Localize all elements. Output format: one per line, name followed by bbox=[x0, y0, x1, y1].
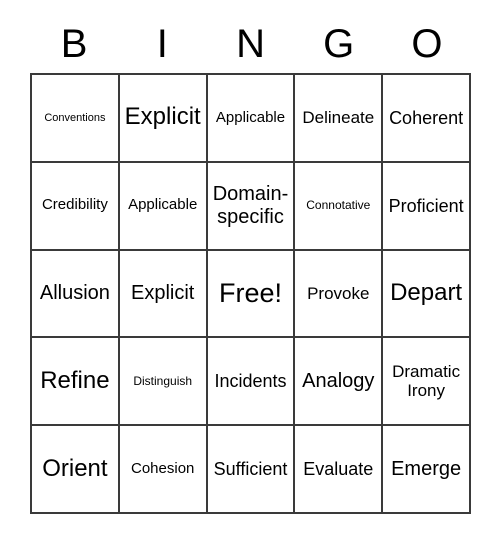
bingo-cell[interactable]: Refine bbox=[32, 338, 120, 427]
bingo-header: BINGO bbox=[30, 18, 471, 70]
bingo-cell-label: Allusion bbox=[39, 282, 110, 305]
bingo-cell-label: Applicable bbox=[128, 196, 198, 214]
bingo-cell[interactable]: Connotative bbox=[295, 162, 384, 251]
bingo-cell[interactable]: Sufficient bbox=[207, 426, 296, 514]
bingo-cell[interactable]: Provoke bbox=[295, 250, 384, 339]
bingo-cell[interactable]: Coherent bbox=[383, 75, 471, 163]
bingo-grid: Conventions Explicit Applicable Delineate Co… bbox=[30, 73, 471, 514]
bingo-header-letter-n: N bbox=[236, 22, 265, 66]
bingo-cell-label: Analogy bbox=[302, 370, 375, 393]
bingo-cell-label: Coherent bbox=[389, 107, 464, 128]
bingo-header-letter-o: O bbox=[411, 22, 443, 66]
bingo-card: B I N G O Conventions Explicit Applicable Delin… bbox=[0, 0, 500, 544]
bingo-cell[interactable]: Cohesion bbox=[119, 426, 208, 514]
bingo-cell[interactable]: Depart bbox=[383, 250, 471, 339]
bingo-free-space[interactable]: Free! bbox=[207, 250, 296, 339]
bingo-cell-label: Provoke bbox=[307, 283, 370, 303]
bingo-cell-label: Incidents bbox=[214, 371, 287, 392]
bingo-cell[interactable]: Explicit bbox=[119, 75, 208, 163]
bingo-header-letter-g: G bbox=[323, 22, 355, 66]
bingo-cell-label: Dramatic Irony bbox=[392, 362, 461, 401]
bingo-cell-label: Domain-specific bbox=[212, 183, 289, 228]
bingo-cell[interactable]: Applicable bbox=[119, 162, 208, 251]
bingo-cell-label: Credibility bbox=[41, 196, 108, 214]
bingo-cell[interactable]: Allusion bbox=[32, 250, 120, 339]
bingo-cell-label: Explicit bbox=[131, 282, 195, 305]
bingo-cell[interactable]: Delineate bbox=[295, 75, 384, 163]
bingo-cell-label: Refine bbox=[40, 366, 110, 394]
bingo-cell-label: Cohesion bbox=[131, 459, 195, 477]
bingo-cell-label: Depart bbox=[390, 279, 463, 307]
bingo-cell-label: Connotative bbox=[306, 197, 371, 212]
bingo-cell-label: Distinguish bbox=[133, 373, 193, 388]
bingo-cell[interactable]: Distinguish bbox=[119, 338, 208, 427]
bingo-cell-label: Delineate bbox=[302, 108, 375, 128]
bingo-cell[interactable]: Analogy bbox=[295, 338, 384, 427]
bingo-cell-label: Sufficient bbox=[213, 459, 288, 480]
bingo-cell-label: Emerge bbox=[391, 457, 462, 480]
bingo-cell[interactable]: Domain-specific bbox=[207, 162, 296, 251]
bingo-header-letter-b: B bbox=[60, 22, 88, 66]
bingo-cell[interactable]: Orient bbox=[32, 426, 120, 514]
bingo-cell[interactable]: Conventions bbox=[32, 75, 120, 163]
bingo-cell[interactable]: Credibility bbox=[32, 162, 120, 251]
bingo-cell[interactable]: Evaluate bbox=[295, 426, 384, 514]
bingo-cell-label: Explicit bbox=[124, 103, 201, 131]
bingo-cell-label: Proficient bbox=[388, 195, 464, 216]
bingo-cell[interactable]: Dramatic Irony bbox=[383, 338, 471, 427]
bingo-cell[interactable]: Emerge bbox=[383, 426, 471, 514]
bingo-cell[interactable]: Explicit bbox=[119, 250, 208, 339]
bingo-cell[interactable]: Proficient bbox=[383, 162, 471, 251]
bingo-cell[interactable]: Incidents bbox=[207, 338, 296, 427]
bingo-cell-label: Orient bbox=[42, 454, 108, 482]
bingo-cell-label: Evaluate bbox=[303, 459, 374, 480]
bingo-cell-label: Applicable bbox=[215, 108, 286, 126]
bingo-cell[interactable]: Applicable bbox=[207, 75, 296, 163]
bingo-cell-label: Conventions bbox=[44, 111, 106, 124]
bingo-header-letter-i: I bbox=[156, 22, 168, 66]
bingo-cell-label: Free! bbox=[218, 278, 282, 309]
